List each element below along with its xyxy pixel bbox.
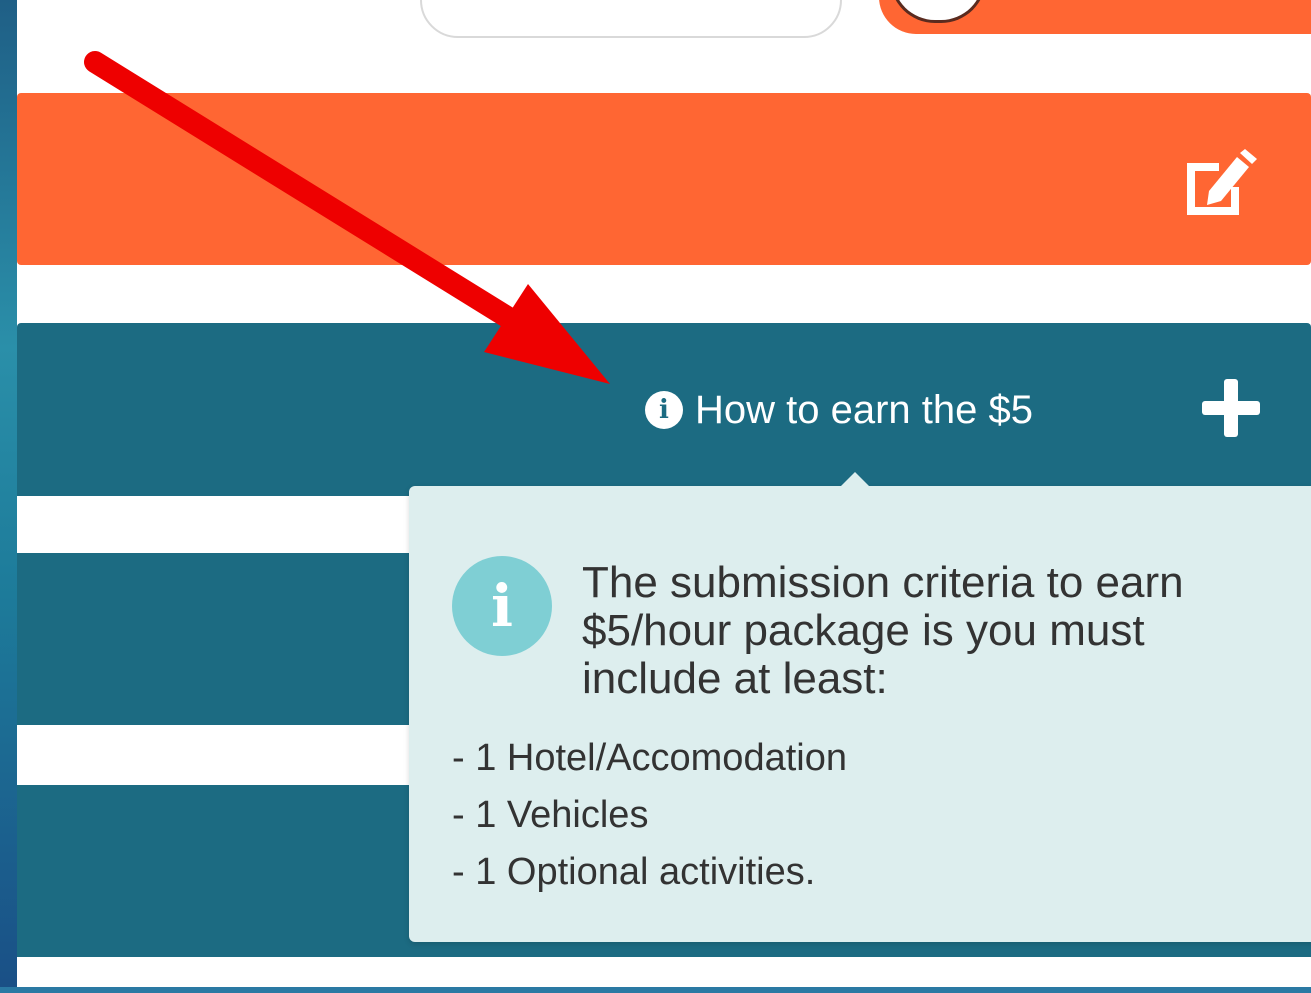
info-icon: i: [645, 391, 683, 429]
info-popover: i The submission criteria to earn $5/hou…: [409, 472, 1311, 942]
edit-icon[interactable]: [1179, 149, 1259, 219]
list-item: - 1 Vehicles: [452, 794, 649, 836]
window-edge: [0, 987, 1311, 993]
orange-header-bar: [17, 93, 1311, 265]
list-item: - 1 Optional activities.: [452, 851, 816, 893]
how-to-earn-link[interactable]: i How to earn the $5: [645, 384, 1033, 436]
criteria-list: - 1 Hotel/Accomodation - 1 Vehicles - 1 …: [452, 736, 847, 907]
plus-icon[interactable]: [1200, 377, 1262, 439]
popover-message: The submission criteria to earn $5/hour …: [582, 558, 1184, 703]
info-icon: i: [452, 556, 552, 656]
main-panel: i How to earn the $5 i The submission cr…: [17, 0, 1311, 993]
top-input-field[interactable]: [420, 0, 842, 38]
list-item: - 1 Hotel/Accomodation: [452, 737, 847, 779]
popover-arrow: [841, 472, 869, 486]
how-to-earn-label: How to earn the $5: [695, 387, 1033, 432]
